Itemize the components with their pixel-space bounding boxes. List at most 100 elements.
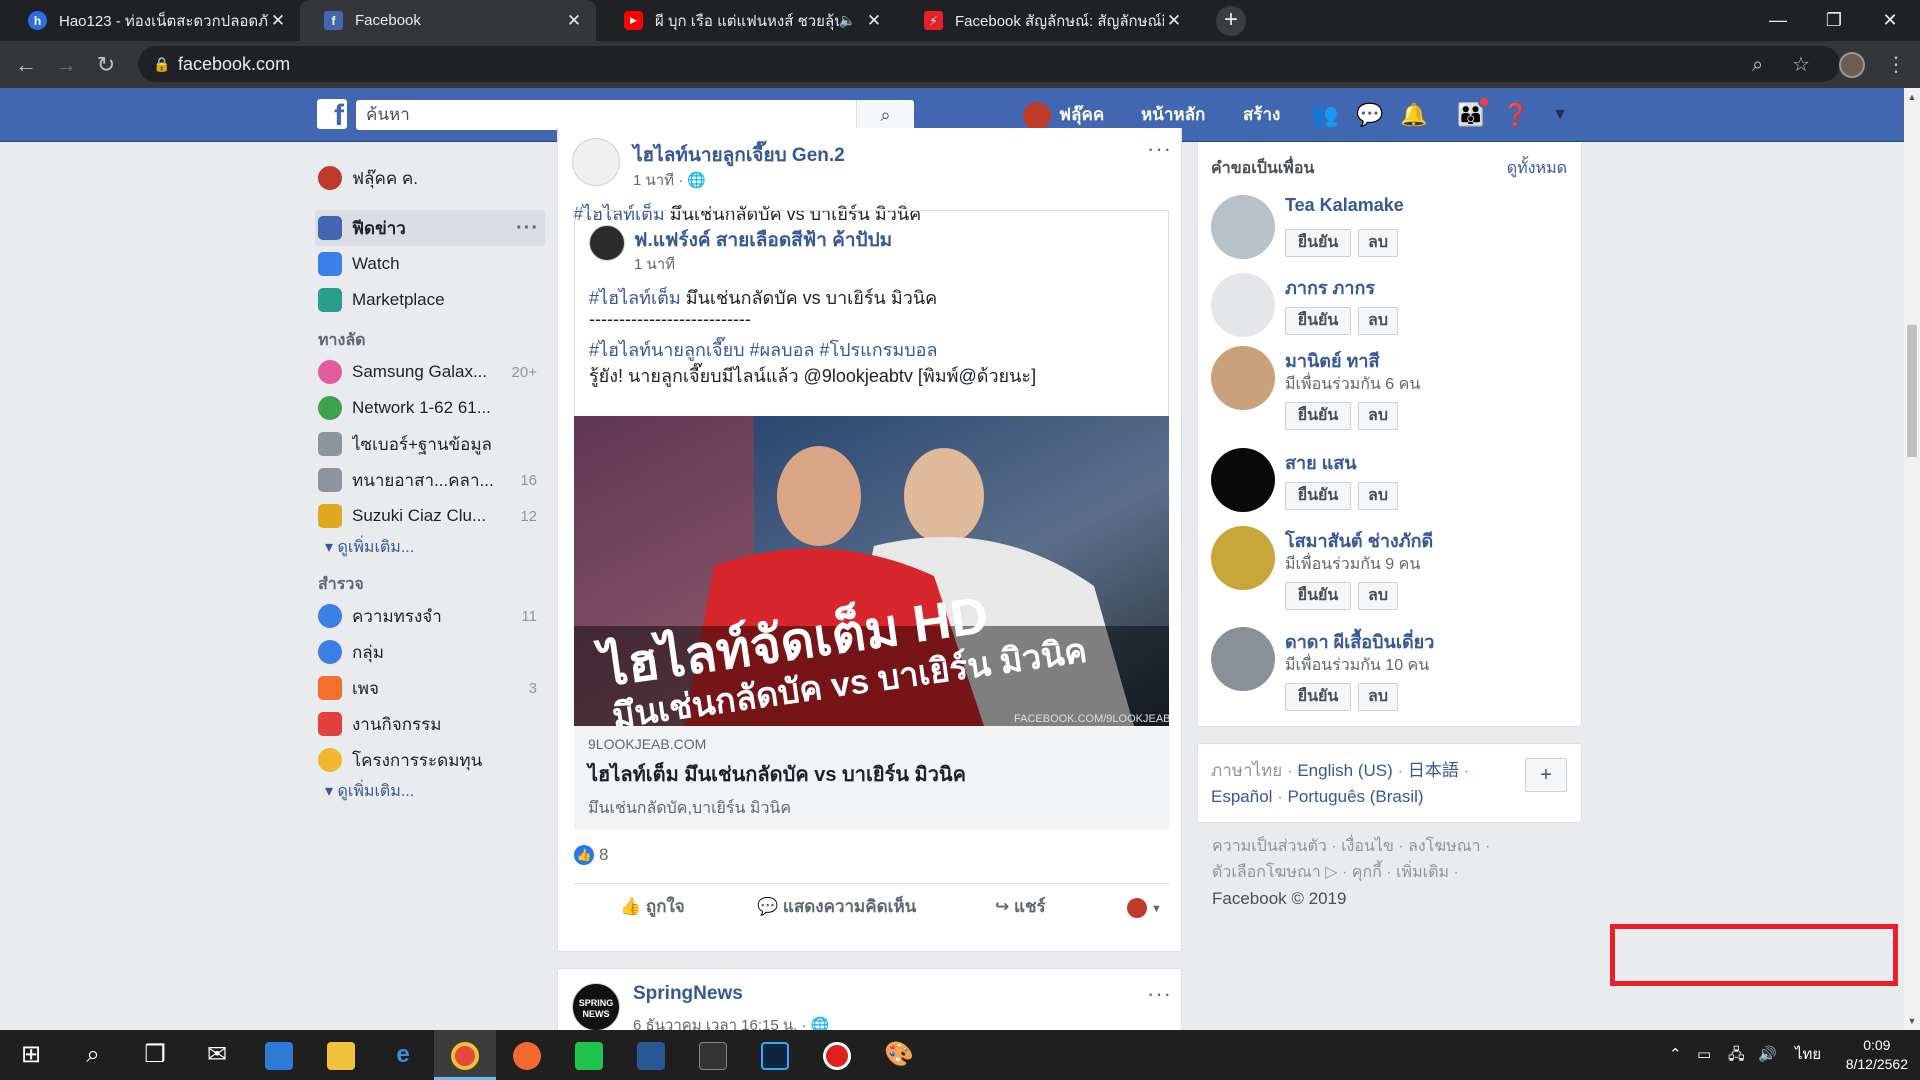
task-view-icon[interactable]: ❒ [124,1030,186,1080]
tray-chevron-icon[interactable]: ⌃ [1669,1030,1682,1080]
delete-button[interactable]: ลบ [1358,229,1398,257]
close-tab-icon[interactable]: ✕ [564,11,584,31]
avatar[interactable] [589,225,625,261]
bookmark-star-icon[interactable]: ☆ [1792,53,1810,77]
chrome-browser-icon[interactable] [434,1030,496,1080]
friend-name-link[interactable]: โสมาสันต์ ช่างภักดี [1285,526,1433,555]
sidebar-item-events[interactable]: งานกิจกรรม [315,706,545,742]
sidebar-item-shortcut[interactable]: Suzuki Ciaz Clu... 12 [315,498,545,534]
shared-author-link[interactable]: ฟ.แฟร์งค์ สายเลือดสีฟ้า ค้าปัปม [634,225,892,255]
browser-menu-icon[interactable]: ⋮ [1886,53,1906,77]
edge-browser-icon[interactable]: e [372,1030,434,1080]
delete-button[interactable]: ลบ [1358,582,1398,610]
friend-name-link[interactable]: มานิตย์ ทาสี [1285,346,1379,375]
post-as-selector[interactable]: ▼ [1127,884,1162,930]
close-tab-icon[interactable]: ✕ [864,11,884,31]
delete-button[interactable]: ลบ [1358,683,1398,711]
sidebar-item-shortcut[interactable]: Samsung Galax... 20+ [315,354,545,390]
language-link[interactable]: Español [1211,787,1272,806]
sidebar-item-groups[interactable]: กลุ่ม [315,634,545,670]
browser-tab-hao123[interactable]: h Hao123 - ท่องเน็ตสะดวกปลอดภัย ✕ [4,0,300,41]
volume-icon[interactable]: 🔊 [1758,1030,1777,1080]
shared-post-timestamp[interactable]: 1 นาที [634,252,675,276]
new-tab-button[interactable]: + [1216,6,1246,36]
forward-arrow-icon[interactable]: → [52,51,80,79]
paint-icon[interactable]: 🎨 [868,1030,930,1080]
reactions-summary[interactable]: 👍 8 [574,845,608,865]
speaker-icon[interactable]: 🔈 [839,12,856,29]
comment-button[interactable]: 💬 แสดงความคิดเห็น [757,884,916,930]
delete-button[interactable]: ลบ [1358,482,1398,510]
restore-icon[interactable]: ❐ [1806,0,1862,41]
footer-links-line[interactable]: ตัวเลือกโฆษณา ▷ · คุกกี้ · เพิ่มเติม · [1212,860,1582,886]
post-author-link[interactable]: SpringNews [633,983,743,1005]
search-icon[interactable]: ⌕ [62,1030,124,1080]
footer-links-line[interactable]: ความเป็นส่วนตัว · เงื่อนไข · ลงโฆษณา · [1212,834,1582,860]
avatar[interactable] [1211,448,1275,512]
close-window-icon[interactable]: ✕ [1862,0,1918,41]
mutual-friends-text[interactable]: มีเพื่อนร่วมกัน 6 คน [1285,372,1420,397]
friend-name-link[interactable]: Tea Kalamake [1285,195,1404,216]
notifications-bell-icon[interactable]: 🔔 [1400,101,1428,129]
hashtags-link[interactable]: #ไฮไลท์นายลูกเจี๊ยบ #ผลบอล #โปรแกรมบอล [589,335,938,364]
search-input[interactable]: ค้นหา ⌕ [356,100,914,130]
line-app-icon[interactable] [558,1030,620,1080]
windows-start-icon[interactable]: ⊞ [0,1030,62,1080]
friend-name-link[interactable]: ดาดา ผีเสื้อบินเดี่ยว [1285,627,1434,656]
account-menu-chevron-icon[interactable]: ▼ [1546,101,1574,129]
facebook-logo-icon[interactable]: f [317,99,347,129]
zoom-icon[interactable]: ⌕ [1752,53,1763,77]
language-link[interactable]: 日本語 [1408,761,1459,780]
create-nav-link[interactable]: สร้าง [1243,88,1280,142]
hashtag-link[interactable]: #ไฮไลท์เต็ม [589,288,681,308]
sidebar-item-watch[interactable]: Watch [315,246,545,282]
sidebar-item-memories[interactable]: ความทรงจำ 11 [315,598,545,634]
mutual-friends-text[interactable]: มีเพื่อนร่วมกัน 9 คน [1285,552,1420,577]
friend-name-link[interactable]: ภากร ภากร [1285,273,1375,302]
sidebar-item-profile[interactable]: ฟลุ๊คค ค. [315,160,545,196]
firefox-icon[interactable] [496,1030,558,1080]
like-button[interactable]: 👍 ถูกใจ [620,884,685,930]
sidebar-item-fundraisers[interactable]: โครงการระดมทุน [315,742,545,778]
avatar[interactable] [1211,346,1275,410]
help-icon[interactable]: ❓ [1502,101,1530,129]
share-button[interactable]: ↪ แชร์ [995,884,1046,930]
system-clock[interactable]: 0:09 8/12/2562 [1846,1036,1908,1074]
link-preview-box[interactable]: 9LOOKJEAB.COM ไฮไลท์เต็ม มึนเช่นกลัดบัค … [574,726,1169,830]
sidebar-item-news-feed[interactable]: ฟีดข่าว ··· [315,210,545,246]
sidebar-item-shortcut[interactable]: Network 1-62 61... [315,390,545,426]
confirm-button[interactable]: ยืนยัน [1285,402,1351,430]
springnews-avatar[interactable]: SPRING NEWS [572,983,620,1031]
language-link[interactable]: English (US) [1297,761,1392,780]
add-language-button[interactable]: + [1525,758,1567,792]
confirm-button[interactable]: ยืนยัน [1285,229,1351,257]
delete-button[interactable]: ลบ [1358,307,1398,335]
see-all-requests-link[interactable]: ดูทั้งหมด [1507,156,1567,181]
scroll-down-icon[interactable]: ▼ [1904,1016,1920,1026]
post-options-icon[interactable]: ··· [1147,981,1172,1007]
back-arrow-icon[interactable]: ← [12,51,40,79]
browser-tab-facebook[interactable]: f Facebook ✕ [300,0,596,41]
link-preview-image[interactable]: ไฮไลท์จัดเต็ม HD มึนเช่นกลัดบัค vs บาเยิ… [574,416,1169,726]
browser-tab-youtube[interactable]: ▶ ผี บุก เรือ แต่แฟนหงส์ ชวยลุ้นแม่ 🔈 ✕ [600,0,896,41]
avatar[interactable] [572,138,620,186]
file-explorer-icon[interactable] [310,1030,372,1080]
battery-icon[interactable]: ▭ [1697,1030,1711,1080]
scroll-up-icon[interactable]: ▲ [1904,92,1920,102]
post-author-link[interactable]: ไฮไลท์นายลูกเจี๊ยบ Gen.2 [633,140,845,170]
word-icon[interactable] [620,1030,682,1080]
messenger-icon[interactable]: 💬 [1356,101,1384,129]
browser-tab-symbols[interactable]: ⚡ Facebook สัญลักษณ์: สัญลักษณ์ยิ้ม ✕ [900,0,1196,41]
language-link[interactable]: Português (Brasil) [1288,787,1424,806]
confirm-button[interactable]: ยืนยัน [1285,683,1351,711]
see-more-shortcuts-link[interactable]: ▾ ดูเพิ่มเติม... [315,534,545,562]
delete-button[interactable]: ลบ [1358,402,1398,430]
friend-name-link[interactable]: สาย แสน [1285,448,1357,477]
close-tab-icon[interactable]: ✕ [268,11,288,31]
minimize-icon[interactable]: — [1750,0,1806,41]
mail-icon[interactable]: ✉ [186,1030,248,1080]
post-timestamp[interactable]: 1 นาที · 🌐 [633,168,706,192]
see-more-explore-link[interactable]: ▾ ดูเพิ่มเติม... [315,778,545,806]
address-bar[interactable]: 🔒 facebook.com [138,46,1840,82]
avatar[interactable] [1211,273,1275,337]
